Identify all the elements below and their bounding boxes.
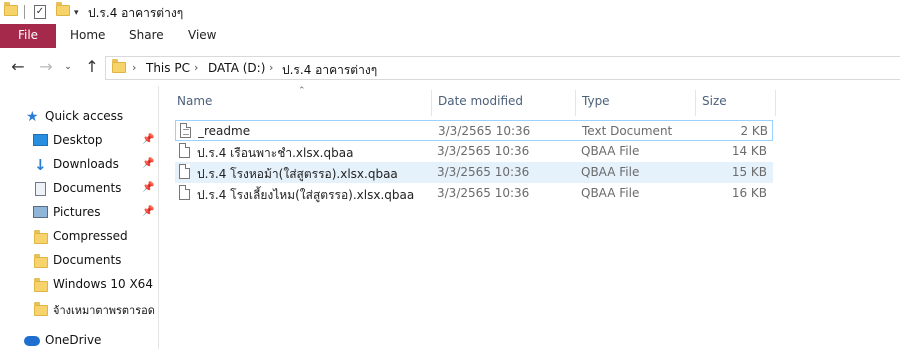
desktop-icon — [33, 134, 48, 146]
file-name: _readme — [198, 124, 251, 138]
pin-icon: 📌 — [142, 158, 155, 169]
forward-arrow-icon[interactable]: → — [36, 57, 56, 77]
nav-item-desktop[interactable]: Desktop 📌 — [0, 130, 158, 152]
text-document-icon — [180, 123, 191, 138]
column-header-size[interactable]: Size — [702, 94, 727, 108]
nav-item-label: OneDrive — [45, 333, 102, 347]
file-size: 2 KB — [740, 124, 768, 138]
nav-item-compressed[interactable]: Compressed — [0, 226, 158, 248]
back-arrow-icon[interactable]: ← — [8, 57, 28, 77]
nav-item-quick-access[interactable]: ★ Quick access — [0, 106, 158, 128]
nav-item-documents[interactable]: Documents 📌 — [0, 178, 158, 200]
file-icon — [179, 164, 190, 179]
properties-icon[interactable]: ✓ — [34, 5, 46, 19]
nav-item-label: Windows 10 X64 Pro — [53, 277, 157, 291]
file-type: QBAA File — [581, 186, 640, 200]
column-divider[interactable] — [575, 90, 576, 116]
pictures-icon — [33, 206, 48, 218]
toolbar-separator — [24, 5, 25, 19]
chevron-right-icon[interactable]: › — [269, 61, 273, 74]
file-name: ป.ร.4 โรงเลี้ยงไหม(ใส่สูตรรอ).xlsx.qbaa — [197, 188, 415, 202]
nav-item-label: Downloads — [53, 157, 119, 171]
file-name: ป.ร.4 โรงหอม้า(ใส่สูตรรอ).xlsx.qbaa — [197, 167, 398, 181]
customize-toolbar-dropdown-icon[interactable]: ▾ — [74, 4, 79, 18]
documents-icon — [35, 182, 46, 196]
column-divider[interactable] — [431, 90, 432, 116]
breadcrumb-current-folder[interactable]: ป.ร.4 อาคารต่างๆ — [282, 61, 377, 80]
column-divider[interactable] — [695, 90, 696, 116]
breadcrumb-this-pc[interactable]: This PC — [146, 61, 190, 75]
pin-icon: 📌 — [142, 134, 155, 145]
folder-icon — [112, 59, 126, 73]
new-folder-icon[interactable] — [56, 2, 70, 16]
nav-item-windows-10[interactable]: Windows 10 X64 Pro — [0, 274, 158, 296]
chevron-right-icon[interactable]: › — [132, 61, 136, 74]
folder-icon — [34, 302, 48, 316]
file-size: 15 KB — [731, 165, 767, 179]
nav-item-label: Compressed — [53, 229, 128, 243]
nav-item-label: Quick access — [45, 109, 124, 123]
file-date: 3/3/2565 10:36 — [437, 186, 530, 200]
nav-item-documents-folder[interactable]: Documents — [0, 250, 158, 272]
file-type: QBAA File — [581, 165, 640, 179]
folder-icon — [34, 278, 48, 292]
folder-icon — [34, 230, 48, 244]
star-icon: ★ — [26, 109, 39, 125]
column-header-name[interactable]: Name — [177, 94, 212, 108]
column-header-type[interactable]: Type — [582, 94, 610, 108]
nav-item-label: Documents — [53, 253, 122, 267]
file-type: QBAA File — [581, 144, 640, 158]
file-list: ⌃ Name Date modified Type Size _readme 3… — [159, 86, 900, 349]
up-arrow-icon[interactable]: ↑ — [82, 57, 102, 77]
sort-ascending-icon: ⌃ — [298, 86, 306, 96]
tab-share[interactable]: Share — [129, 24, 164, 48]
nav-item-thai-folder[interactable]: จ้างเหมาตาพรตารอด — [0, 298, 158, 320]
recent-locations-chevron-icon[interactable]: ⌄ — [58, 57, 78, 77]
nav-item-onedrive[interactable]: OneDrive — [0, 330, 158, 349]
nav-item-label: Pictures — [53, 205, 101, 219]
column-divider[interactable] — [775, 90, 776, 116]
window-title: ป.ร.4 อาคารต่างๆ — [88, 6, 184, 20]
file-type: Text Document — [582, 124, 673, 138]
navigation-pane: ★ Quick access Desktop 📌 ↓ Downloads 📌 D… — [0, 86, 158, 349]
file-row[interactable]: ป.ร.4 เรือนพาะชำ.xlsx.qbaa 3/3/2565 10:3… — [175, 141, 773, 162]
file-icon — [179, 185, 190, 200]
pin-icon: 📌 — [142, 206, 155, 217]
tab-home[interactable]: Home — [70, 24, 105, 48]
navigation-bar: ← → ⌄ ↑ › This PC › DATA (D:) › ป.ร.4 อา… — [0, 48, 900, 86]
nav-item-label: Desktop — [53, 133, 103, 147]
pin-icon: 📌 — [142, 182, 155, 193]
address-bar[interactable]: › This PC › DATA (D:) › ป.ร.4 อาคารต่างๆ — [105, 56, 900, 80]
nav-item-label: จ้างเหมาตาพรตารอด — [53, 304, 155, 317]
file-name: ป.ร.4 เรือนพาะชำ.xlsx.qbaa — [197, 146, 354, 160]
column-header-date-modified[interactable]: Date modified — [438, 94, 523, 108]
folder-icon — [4, 2, 18, 16]
file-date: 3/3/2565 10:36 — [437, 144, 530, 158]
breadcrumb-data-drive[interactable]: DATA (D:) — [208, 61, 265, 75]
file-date: 3/3/2565 10:36 — [437, 165, 530, 179]
folder-icon — [34, 254, 48, 268]
file-icon — [179, 143, 190, 158]
file-row[interactable]: ป.ร.4 โรงหอม้า(ใส่สูตรรอ).xlsx.qbaa 3/3/… — [175, 162, 773, 183]
nav-item-pictures[interactable]: Pictures 📌 — [0, 202, 158, 224]
title-bar: ✓ ▾ ป.ร.4 อาคารต่างๆ — [0, 0, 900, 24]
tab-file[interactable]: File — [0, 24, 56, 48]
file-date: 3/3/2565 10:36 — [438, 124, 531, 138]
file-size: 16 KB — [731, 186, 767, 200]
cloud-icon — [24, 336, 40, 346]
tab-view[interactable]: View — [188, 24, 216, 48]
file-row[interactable]: _readme 3/3/2565 10:36 Text Document 2 K… — [175, 120, 773, 141]
nav-item-label: Documents — [53, 181, 122, 195]
file-size: 14 KB — [731, 144, 767, 158]
downloads-icon: ↓ — [34, 156, 47, 174]
file-row[interactable]: ป.ร.4 โรงเลี้ยงไหม(ใส่สูตรรอ).xlsx.qbaa … — [175, 183, 773, 204]
nav-item-downloads[interactable]: ↓ Downloads 📌 — [0, 154, 158, 176]
ribbon-tabs: File Home Share View — [0, 24, 900, 48]
chevron-right-icon[interactable]: › — [194, 61, 198, 74]
